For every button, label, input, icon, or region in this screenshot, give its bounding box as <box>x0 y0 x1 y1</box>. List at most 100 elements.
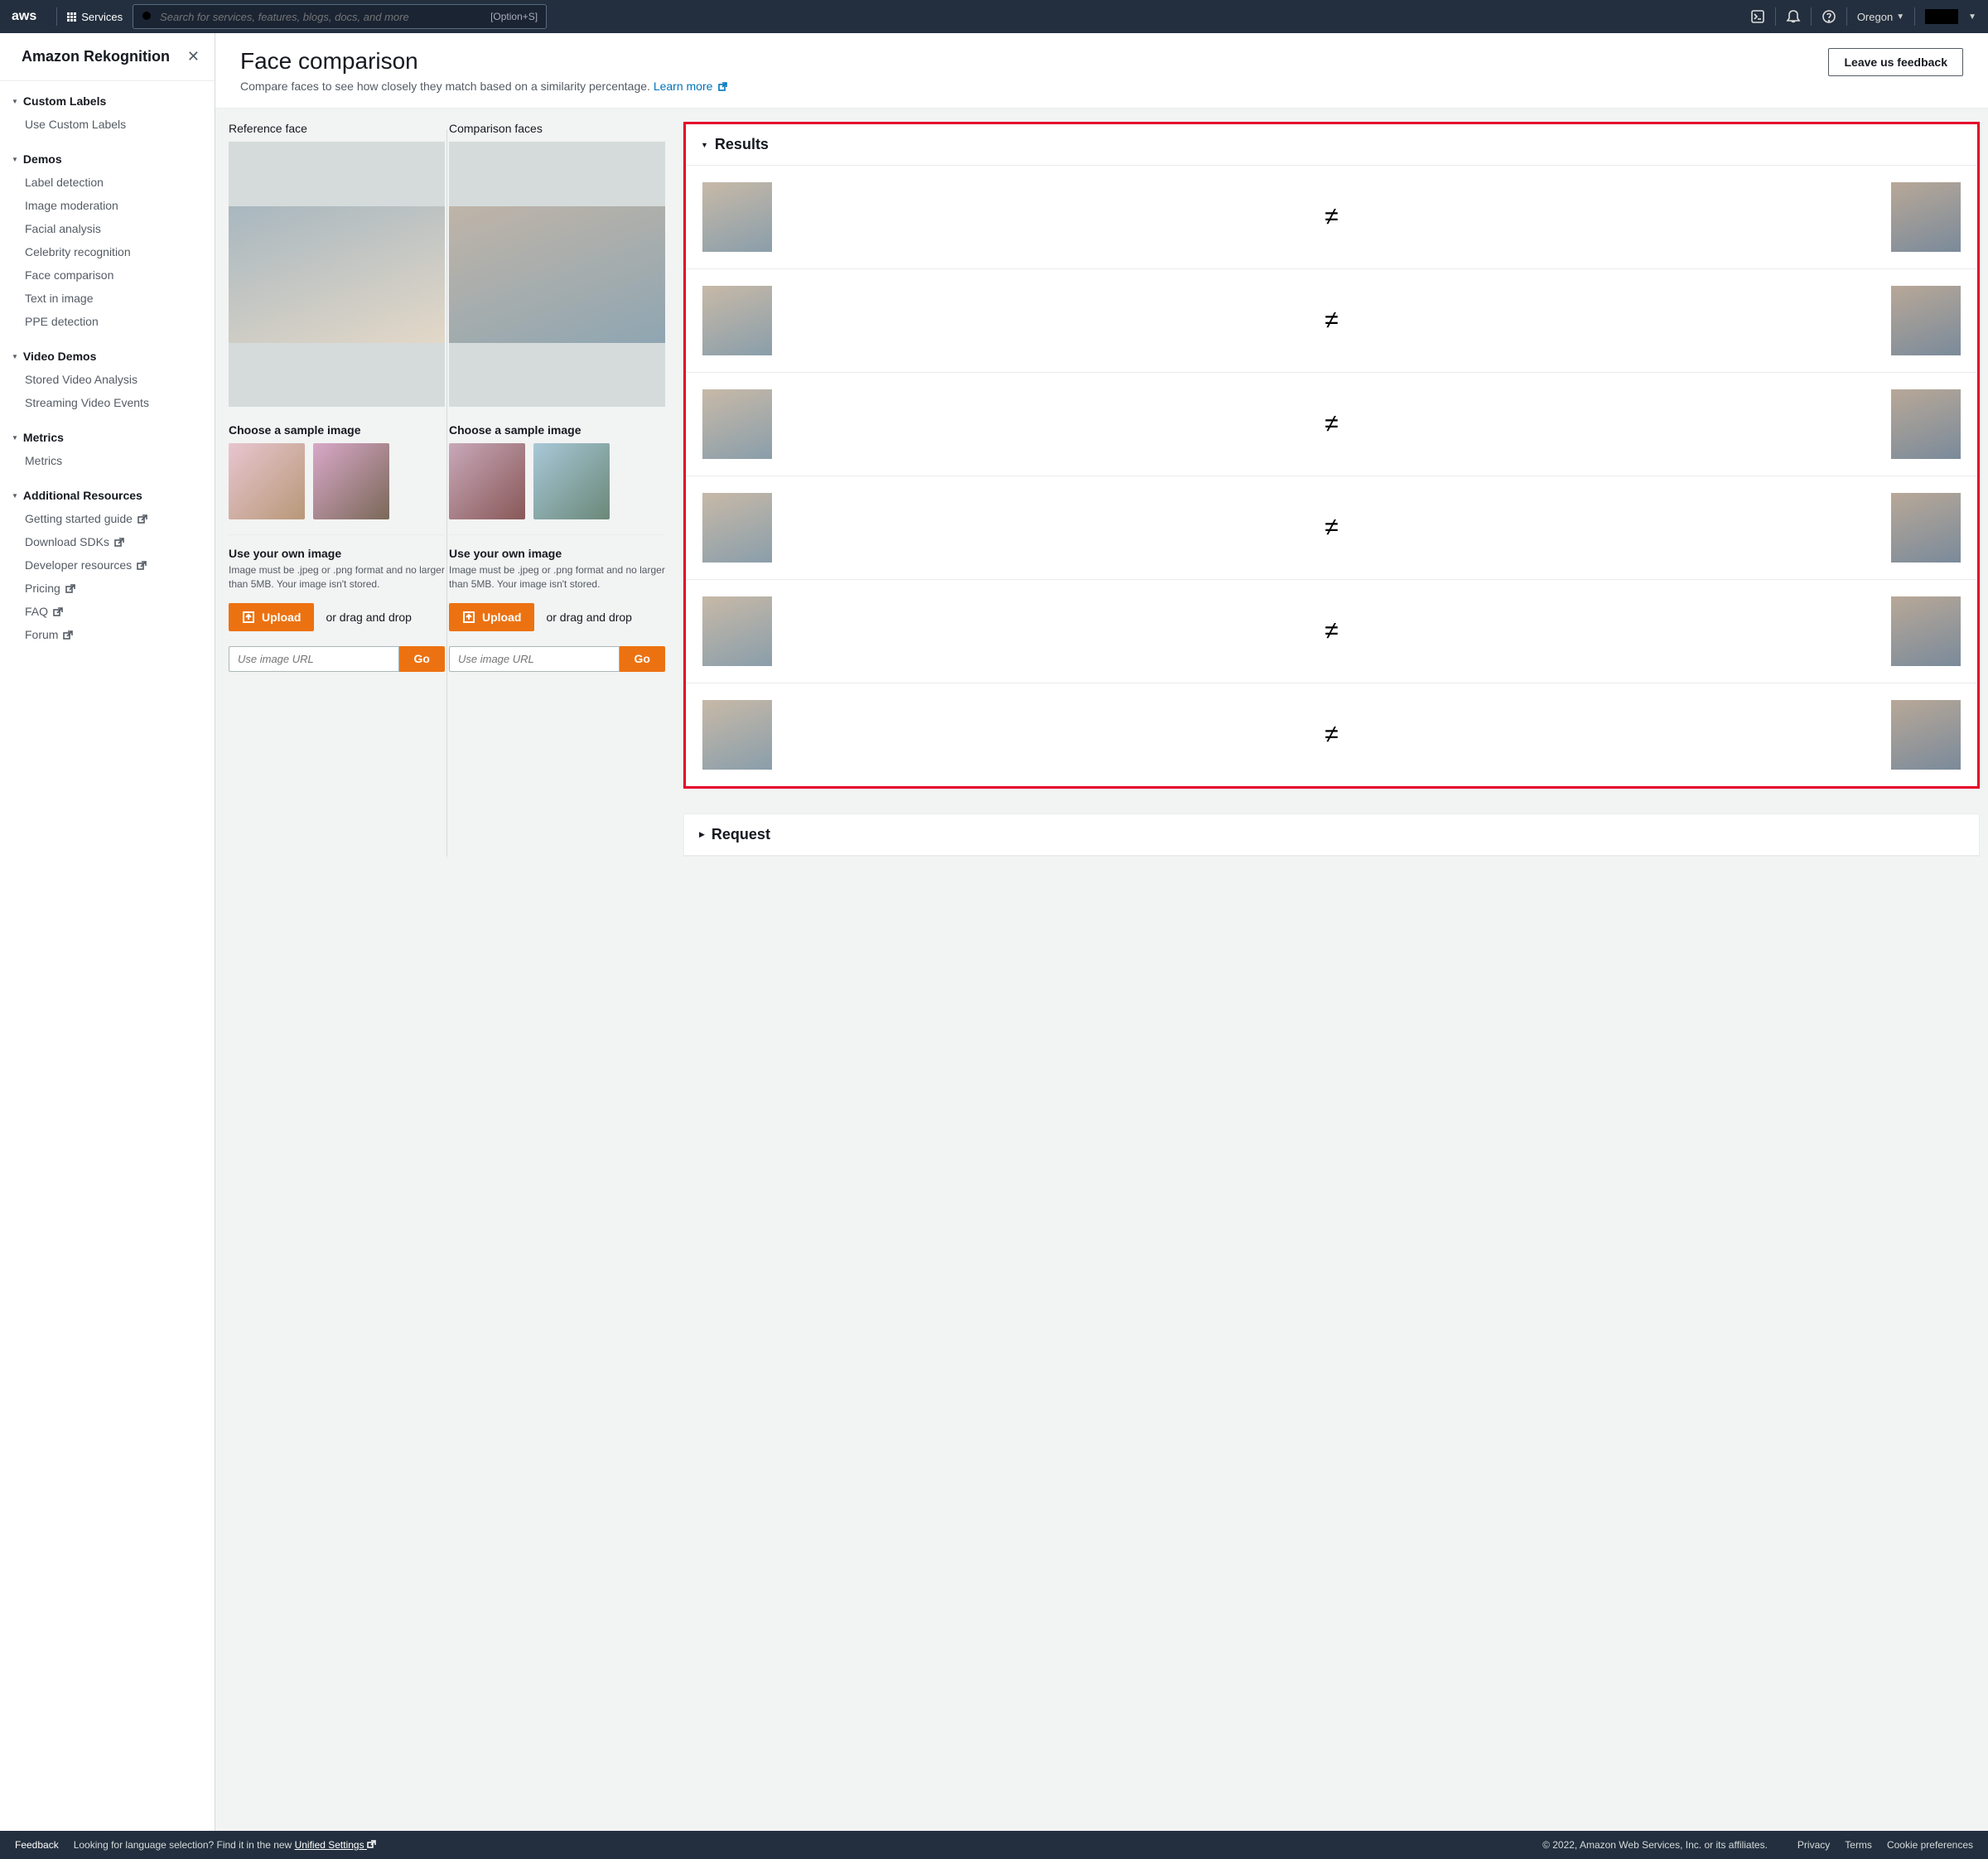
sidebar-item[interactable]: Label detection <box>12 171 200 194</box>
reference-face-thumb <box>702 700 772 770</box>
comparison-label: Comparison faces <box>449 122 665 135</box>
footer-link[interactable]: Privacy <box>1797 1839 1830 1851</box>
sidebar-item[interactable]: Streaming Video Events <box>12 391 200 414</box>
comparison-face-thumb <box>1891 596 1961 666</box>
nav-section-title[interactable]: Metrics <box>12 426 200 449</box>
sidebar-item[interactable]: Download SDKs <box>12 530 200 553</box>
sidebar-item[interactable]: Celebrity recognition <box>12 240 200 263</box>
sidebar-item[interactable]: PPE detection <box>12 310 200 333</box>
sample-heading: Choose a sample image <box>449 423 665 437</box>
sidebar-item[interactable]: Image moderation <box>12 194 200 217</box>
external-link-icon <box>63 630 73 640</box>
sidebar-item[interactable]: Stored Video Analysis <box>12 368 200 391</box>
divider <box>56 7 57 26</box>
dragdrop-hint: or drag and drop <box>546 610 632 625</box>
reference-preview[interactable] <box>229 142 445 407</box>
sample-thumb[interactable] <box>229 443 305 519</box>
go-button[interactable]: Go <box>620 646 665 672</box>
sample-thumb[interactable] <box>533 443 610 519</box>
result-row: ≠ <box>686 683 1977 786</box>
sidebar: Amazon Rekognition ✕ Custom LabelsUse Cu… <box>0 33 215 1831</box>
services-menu[interactable]: Services <box>67 11 123 23</box>
sidebar-item[interactable]: Developer resources <box>12 553 200 577</box>
aws-logo[interactable]: aws <box>12 9 36 24</box>
help-icon[interactable] <box>1822 9 1836 24</box>
external-link-icon <box>53 606 63 616</box>
external-link-icon <box>114 537 124 547</box>
sidebar-item[interactable]: Use Custom Labels <box>12 113 200 136</box>
footer-link[interactable]: Terms <box>1845 1839 1872 1851</box>
not-equals-icon: ≠ <box>1325 410 1338 438</box>
sidebar-item[interactable]: Text in image <box>12 287 200 310</box>
top-nav: aws Services [Option+S] Oregon ▼ ▼ <box>0 0 1988 33</box>
not-equals-icon: ≠ <box>1325 307 1338 335</box>
sidebar-item[interactable]: Forum <box>12 623 200 646</box>
request-header[interactable]: Request <box>684 814 1979 856</box>
sidebar-item[interactable]: Metrics <box>12 449 200 472</box>
upload-button[interactable]: Upload <box>229 603 314 631</box>
leave-feedback-button[interactable]: Leave us feedback <box>1828 48 1963 76</box>
sidebar-item-label: Pricing <box>25 582 60 595</box>
close-icon[interactable]: ✕ <box>187 48 200 65</box>
aws-logo-text: aws <box>12 9 36 24</box>
result-row: ≠ <box>686 580 1977 683</box>
comparison-preview[interactable] <box>449 142 665 407</box>
sidebar-item[interactable]: Face comparison <box>12 263 200 287</box>
request-title: Request <box>712 826 770 843</box>
upload-button[interactable]: Upload <box>449 603 534 631</box>
not-equals-icon: ≠ <box>1325 617 1338 645</box>
image-url-input[interactable] <box>449 646 620 672</box>
search-icon <box>142 11 153 22</box>
not-equals-icon: ≠ <box>1325 721 1338 749</box>
reference-face-column: Reference face Choose a sample image Use… <box>227 122 446 672</box>
sidebar-item[interactable]: FAQ <box>12 600 200 623</box>
results-panel: Results ≠≠≠≠≠≠ <box>683 122 1980 789</box>
page-title: Face comparison <box>240 48 1812 75</box>
sidebar-item[interactable]: Facial analysis <box>12 217 200 240</box>
result-row: ≠ <box>686 166 1977 269</box>
sidebar-item[interactable]: Getting started guide <box>12 507 200 530</box>
sidebar-item-label: PPE detection <box>25 315 99 328</box>
comparison-faces-column: Comparison faces Choose a sample image U… <box>447 122 667 672</box>
sidebar-item-label: Getting started guide <box>25 512 133 525</box>
divider <box>1914 7 1915 26</box>
image-url-input[interactable] <box>229 646 399 672</box>
main-content: Face comparison Compare faces to see how… <box>215 33 1988 1831</box>
page-description: Compare faces to see how closely they ma… <box>240 80 1812 93</box>
account-menu[interactable] <box>1925 9 1958 24</box>
search-input[interactable] <box>160 11 484 23</box>
footer-link[interactable]: Cookie preferences <box>1887 1839 1973 1851</box>
upload-icon <box>462 611 475 624</box>
nav-section-title[interactable]: Additional Resources <box>12 484 200 507</box>
sidebar-item-label: Label detection <box>25 176 104 189</box>
notifications-icon[interactable] <box>1786 9 1801 24</box>
sidebar-item-label: Stored Video Analysis <box>25 373 138 386</box>
reference-face-thumb <box>702 182 772 252</box>
sidebar-item[interactable]: Pricing <box>12 577 200 600</box>
sidebar-item-label: Use Custom Labels <box>25 118 126 131</box>
nav-section-title[interactable]: Video Demos <box>12 345 200 368</box>
sample-thumb[interactable] <box>449 443 525 519</box>
sidebar-item-label: Celebrity recognition <box>25 245 131 258</box>
sidebar-item-label: FAQ <box>25 605 48 618</box>
comparison-face-thumb <box>1891 286 1961 355</box>
go-button[interactable]: Go <box>399 646 445 672</box>
learn-more-link[interactable]: Learn more <box>654 80 727 93</box>
cloudshell-icon[interactable] <box>1750 9 1765 24</box>
divider <box>1775 7 1776 26</box>
global-search[interactable]: [Option+S] <box>133 4 547 29</box>
results-title: Results <box>715 136 769 153</box>
footer-lang-hint: Looking for language selection? Find it … <box>74 1839 376 1851</box>
sample-thumb[interactable] <box>313 443 389 519</box>
sidebar-item-label: Download SDKs <box>25 535 109 548</box>
results-header[interactable]: Results <box>686 124 1977 166</box>
grid-icon <box>67 12 76 22</box>
nav-section-title[interactable]: Demos <box>12 147 200 171</box>
reference-label: Reference face <box>229 122 445 135</box>
unified-settings-link[interactable]: Unified Settings <box>295 1839 376 1851</box>
result-row: ≠ <box>686 373 1977 476</box>
nav-section-title[interactable]: Custom Labels <box>12 89 200 113</box>
region-selector[interactable]: Oregon ▼ <box>1857 11 1904 23</box>
copyright-text: © 2022, Amazon Web Services, Inc. or its… <box>1542 1839 1768 1851</box>
footer-feedback-link[interactable]: Feedback <box>15 1839 59 1851</box>
